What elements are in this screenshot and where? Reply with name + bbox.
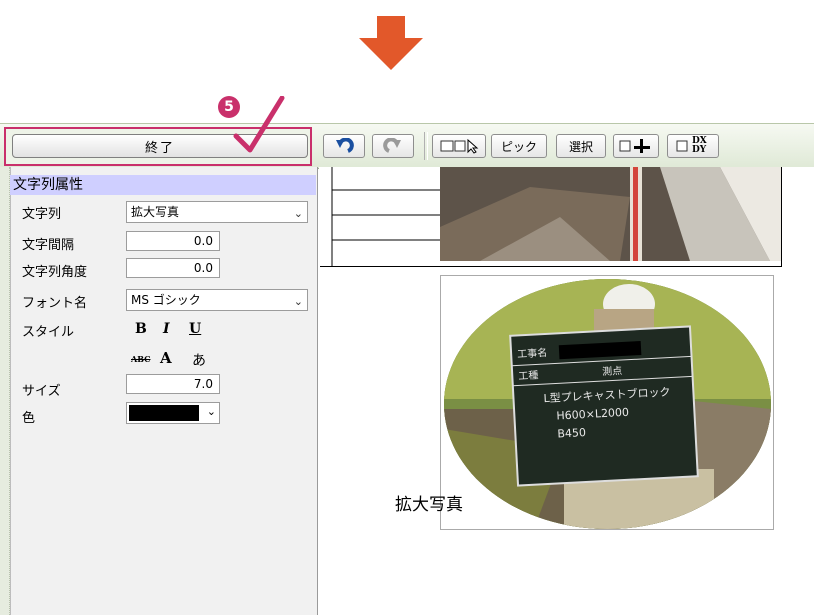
text-value: 拡大写真: [131, 205, 180, 219]
size-input[interactable]: 7.0: [126, 374, 220, 394]
label-font-name: フォント名: [22, 296, 88, 311]
cursor-snap-button[interactable]: [613, 134, 659, 158]
color-picker[interactable]: ⌄: [126, 402, 220, 424]
color-swatch: [129, 405, 199, 421]
underline-button[interactable]: U: [189, 321, 201, 337]
dxdy-label: DX DY: [692, 136, 707, 155]
text-angle-input[interactable]: 0.0: [126, 258, 220, 278]
bold-button[interactable]: B: [135, 321, 147, 337]
enlarged-photo: 工事名 工種 測点 L型プレキャストブロック H600×L2000 B450: [444, 279, 771, 529]
window-select-icon: [440, 138, 479, 154]
char-spacing-input[interactable]: 0.0: [126, 231, 220, 251]
board-note-line: B450: [557, 426, 586, 440]
pick-label: ピック: [500, 139, 537, 154]
undo-button[interactable]: [323, 134, 365, 158]
redo-icon: [383, 138, 401, 153]
label-color: 色: [22, 411, 36, 426]
dxdy-button[interactable]: DX DY: [667, 134, 719, 158]
strikethrough-button[interactable]: ABC: [131, 354, 150, 364]
photo-caption: 拡大写真: [395, 495, 463, 515]
text-layout-button[interactable]: A: [160, 349, 172, 367]
text-select[interactable]: 拡大写真 ⌄: [126, 201, 308, 223]
font-select[interactable]: MS ゴシック ⌄: [126, 289, 308, 311]
end-button-label: 終了: [144, 140, 175, 156]
italic-button[interactable]: I: [163, 321, 170, 337]
label-style: スタイル: [22, 325, 75, 340]
font-value: MS ゴシック: [131, 293, 201, 307]
kana-button[interactable]: あ: [192, 350, 206, 370]
window-select-button[interactable]: [432, 134, 486, 158]
chevron-down-icon: ⌄: [293, 295, 303, 308]
board-survey-label: 測点: [602, 364, 623, 378]
chevron-down-icon: ⌄: [293, 207, 303, 220]
undo-icon: [336, 138, 354, 153]
label-text: 文字列: [22, 207, 62, 222]
pick-button[interactable]: ピック: [491, 134, 547, 158]
down-arrow-icon: [359, 16, 423, 70]
chevron-down-icon: ⌄: [206, 405, 216, 418]
label-text-angle: 文字列角度: [22, 265, 88, 280]
select-button[interactable]: 選択: [556, 134, 606, 158]
panel-header: 文字列属性: [10, 175, 316, 195]
label-size: サイズ: [22, 384, 61, 399]
checkbox-icon: [676, 140, 688, 152]
select-label: 選択: [568, 139, 593, 154]
board-work-label: 工種: [518, 368, 539, 382]
checkbox-icon: [619, 139, 650, 153]
label-char-spacing: 文字間隔: [22, 238, 75, 253]
toolbar-separator: [424, 132, 428, 160]
panel-edge-strip: [0, 167, 10, 615]
redo-button[interactable]: [372, 134, 414, 158]
checkmark-icon: [233, 96, 285, 153]
table-frame: [320, 167, 782, 267]
